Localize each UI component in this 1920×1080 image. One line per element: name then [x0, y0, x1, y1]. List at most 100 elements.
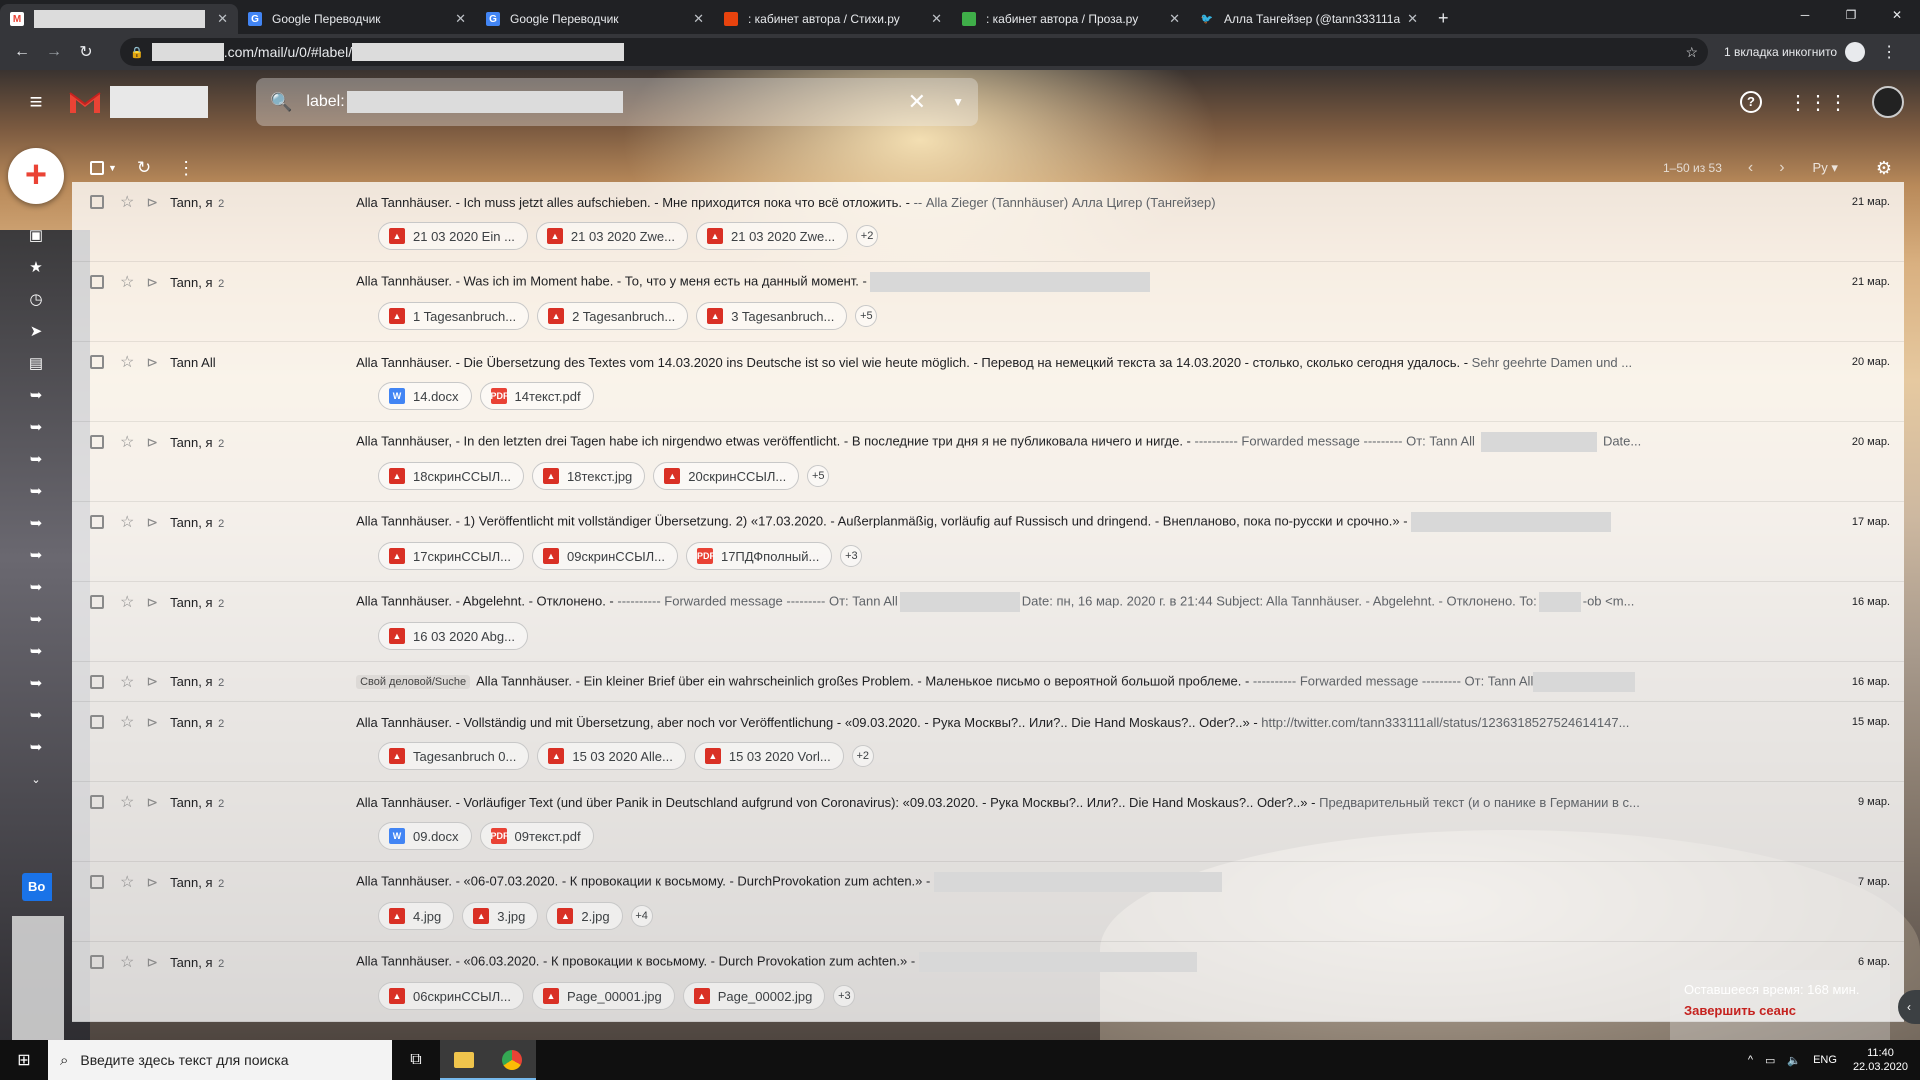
tray-expand-icon[interactable]: ^ — [1748, 1054, 1753, 1066]
row-checkbox[interactable] — [90, 195, 104, 209]
important-marker-icon[interactable]: ⊳ — [146, 794, 158, 811]
browser-tab[interactable]: : кабинет автора / Стихи.ру ✕ — [714, 4, 952, 34]
email-row[interactable]: ☆ ⊳ Tann All Alla Tannhäuser. - Die Überse… — [72, 342, 1904, 422]
email-row[interactable]: ☆ ⊳ Tann, я 2 Alla Tannhäuser. - Ich muss j… — [72, 182, 1904, 262]
more-attachments-badge[interactable]: +3 — [840, 545, 863, 567]
attachment-chip[interactable]: ▲ 3 Tagesanbruch... — [696, 302, 848, 330]
more-labels-chevron-icon[interactable]: ⌄ — [0, 764, 72, 796]
browser-tab[interactable]: G Google Переводчик ✕ — [238, 4, 476, 34]
help-icon[interactable]: ? — [1740, 91, 1762, 113]
attachment-chip[interactable]: ▲ 4.jpg — [378, 902, 455, 930]
attachment-chip[interactable]: W 14.docx — [378, 382, 472, 410]
end-session-link[interactable]: Завершить сеанс — [1684, 1003, 1876, 1018]
more-attachments-badge[interactable]: +2 — [851, 745, 874, 767]
select-dropdown-icon[interactable]: ▼ — [108, 163, 117, 173]
attachment-chip[interactable]: ▲ 18скринССЫЛ... — [378, 462, 524, 490]
keyboard-lang[interactable]: ENG — [1813, 1054, 1837, 1066]
label-badge[interactable]: Свой деловой/Suche — [356, 674, 471, 689]
attachment-chip[interactable]: ▲ 15 03 2020 Alle... — [537, 742, 686, 770]
email-row[interactable]: ☆ ⊳ Tann, я 2 Alla Tannhäuser. - «06-07.03.… — [72, 862, 1904, 942]
attachment-chip[interactable]: ▲ 21 03 2020 Zwe... — [696, 222, 849, 250]
star-icon[interactable]: ☆ — [120, 792, 134, 812]
next-page-icon[interactable]: › — [1779, 159, 1784, 177]
attachment-chip[interactable]: ▲ Tagesanbruch 0... — [378, 742, 530, 770]
close-tab-icon[interactable]: ✕ — [693, 11, 704, 27]
more-actions-icon[interactable]: ⋮ — [177, 158, 195, 179]
sent-icon[interactable]: ➤ — [0, 316, 72, 348]
attachment-chip[interactable]: ▲ 1 Tagesanbruch... — [378, 302, 530, 330]
star-icon[interactable]: ☆ — [120, 192, 134, 212]
close-tab-icon[interactable]: ✕ — [1169, 11, 1180, 27]
label-icon[interactable]: ➥ — [0, 604, 72, 636]
label-icon[interactable]: ➥ — [0, 476, 72, 508]
row-checkbox[interactable] — [90, 435, 104, 449]
prev-page-icon[interactable]: ‹ — [1748, 159, 1753, 177]
incognito-icon[interactable] — [1845, 42, 1866, 62]
network-icon[interactable]: ▭ — [1765, 1054, 1775, 1067]
email-row[interactable]: ☆ ⊳ Tann, я 2 Свой деловой/Suche Alla Tannhä… — [72, 662, 1904, 702]
more-attachments-badge[interactable]: +5 — [807, 465, 830, 487]
clear-search-icon[interactable]: ✕ — [908, 89, 926, 115]
label-icon[interactable]: ➥ — [0, 572, 72, 604]
star-icon[interactable]: ☆ — [120, 592, 134, 612]
main-menu-icon[interactable]: ≡ — [12, 89, 60, 115]
new-tab-button[interactable]: + — [1438, 4, 1449, 34]
mail-search-box[interactable]: 🔍 label: ✕ ▼ — [256, 78, 978, 126]
search-options-icon[interactable]: ▼ — [952, 95, 964, 109]
bookmark-star-icon[interactable]: ☆ — [1685, 44, 1698, 61]
avatar[interactable] — [1872, 86, 1904, 118]
important-marker-icon[interactable]: ⊳ — [146, 874, 158, 891]
important-marker-icon[interactable]: ⊳ — [146, 194, 158, 211]
clock[interactable]: 11:40 22.03.2020 — [1853, 1046, 1908, 1074]
close-tab-icon[interactable]: ✕ — [1407, 11, 1418, 27]
task-view-icon[interactable]: ⧉ — [392, 1040, 440, 1080]
email-row[interactable]: ☆ ⊳ Tann, я 2 Alla Tannhäuser. - Vollständi… — [72, 702, 1904, 782]
restore-button[interactable]: ❐ — [1828, 0, 1874, 30]
label-icon[interactable]: ➥ — [0, 732, 72, 764]
email-row[interactable]: ☆ ⊳ Tann, я 2 Alla Tannhäuser, - In den let… — [72, 422, 1904, 502]
email-row[interactable]: ☆ ⊳ Tann, я 2 Alla Tannhäuser. - Abgelehnt.… — [72, 582, 1904, 662]
star-icon[interactable]: ☆ — [120, 712, 134, 732]
attachment-chip[interactable]: ▲ 16 03 2020 Abg... — [378, 622, 528, 650]
row-checkbox[interactable] — [90, 715, 104, 729]
search-icon[interactable]: 🔍 — [270, 92, 292, 113]
input-tools-button[interactable]: Ру ▾ — [1813, 160, 1838, 176]
settings-gear-icon[interactable]: ⚙ — [1876, 158, 1892, 179]
star-icon[interactable]: ☆ — [120, 512, 134, 532]
star-icon[interactable]: ☆ — [120, 672, 134, 692]
row-checkbox[interactable] — [90, 674, 104, 689]
attachment-chip[interactable]: ▲ 21 03 2020 Zwe... — [535, 222, 688, 250]
attachment-chip[interactable]: ▲ Page_00002.jpg — [682, 982, 826, 1010]
email-row[interactable]: ☆ ⊳ Tann, я 2 Alla Tannhäuser. - Was ich im… — [72, 262, 1904, 342]
volume-icon[interactable]: 🔈 — [1787, 1054, 1801, 1067]
label-icon[interactable]: ➥ — [0, 444, 72, 476]
gmail-logo-icon[interactable] — [68, 89, 102, 115]
label-icon[interactable]: ➥ — [0, 412, 72, 444]
star-icon[interactable]: ☆ — [120, 432, 134, 452]
windows-start-icon[interactable]: ⊞ — [0, 1050, 48, 1070]
file-explorer-icon[interactable] — [440, 1040, 488, 1080]
important-marker-icon[interactable]: ⊳ — [146, 714, 158, 731]
browser-menu-icon[interactable]: ⋮ — [1881, 42, 1897, 62]
row-checkbox[interactable] — [90, 795, 104, 809]
row-checkbox[interactable] — [90, 955, 104, 969]
attachment-chip[interactable]: ▲ 06скринССЫЛ... — [378, 982, 524, 1010]
snoozed-icon[interactable]: ◷ — [0, 284, 72, 316]
label-icon[interactable]: ➥ — [0, 508, 72, 540]
attachment-chip[interactable]: ▲ 3.jpg — [462, 902, 539, 930]
important-marker-icon[interactable]: ⊳ — [146, 673, 158, 690]
email-row[interactable]: ☆ ⊳ Tann, я 2 Alla Tannhäuser. - Vorläufige… — [72, 782, 1904, 862]
attachment-chip[interactable]: ▲ 20скринССЫЛ... — [653, 462, 800, 490]
browser-tab[interactable]: G Google Переводчик ✕ — [476, 4, 714, 34]
star-icon[interactable]: ☆ — [120, 272, 134, 292]
row-checkbox[interactable] — [90, 275, 104, 289]
side-tab[interactable]: Bo — [22, 873, 52, 901]
row-checkbox[interactable] — [90, 355, 104, 369]
important-marker-icon[interactable]: ⊳ — [146, 954, 158, 971]
row-checkbox[interactable] — [90, 515, 104, 529]
compose-button[interactable]: + — [8, 148, 64, 204]
attachment-chip[interactable]: PDF 14текст.pdf — [479, 382, 594, 410]
attachment-chip[interactable]: ▲ 15 03 2020 Vorl... — [693, 742, 844, 770]
row-checkbox[interactable] — [90, 875, 104, 889]
important-marker-icon[interactable]: ⊳ — [146, 354, 158, 371]
